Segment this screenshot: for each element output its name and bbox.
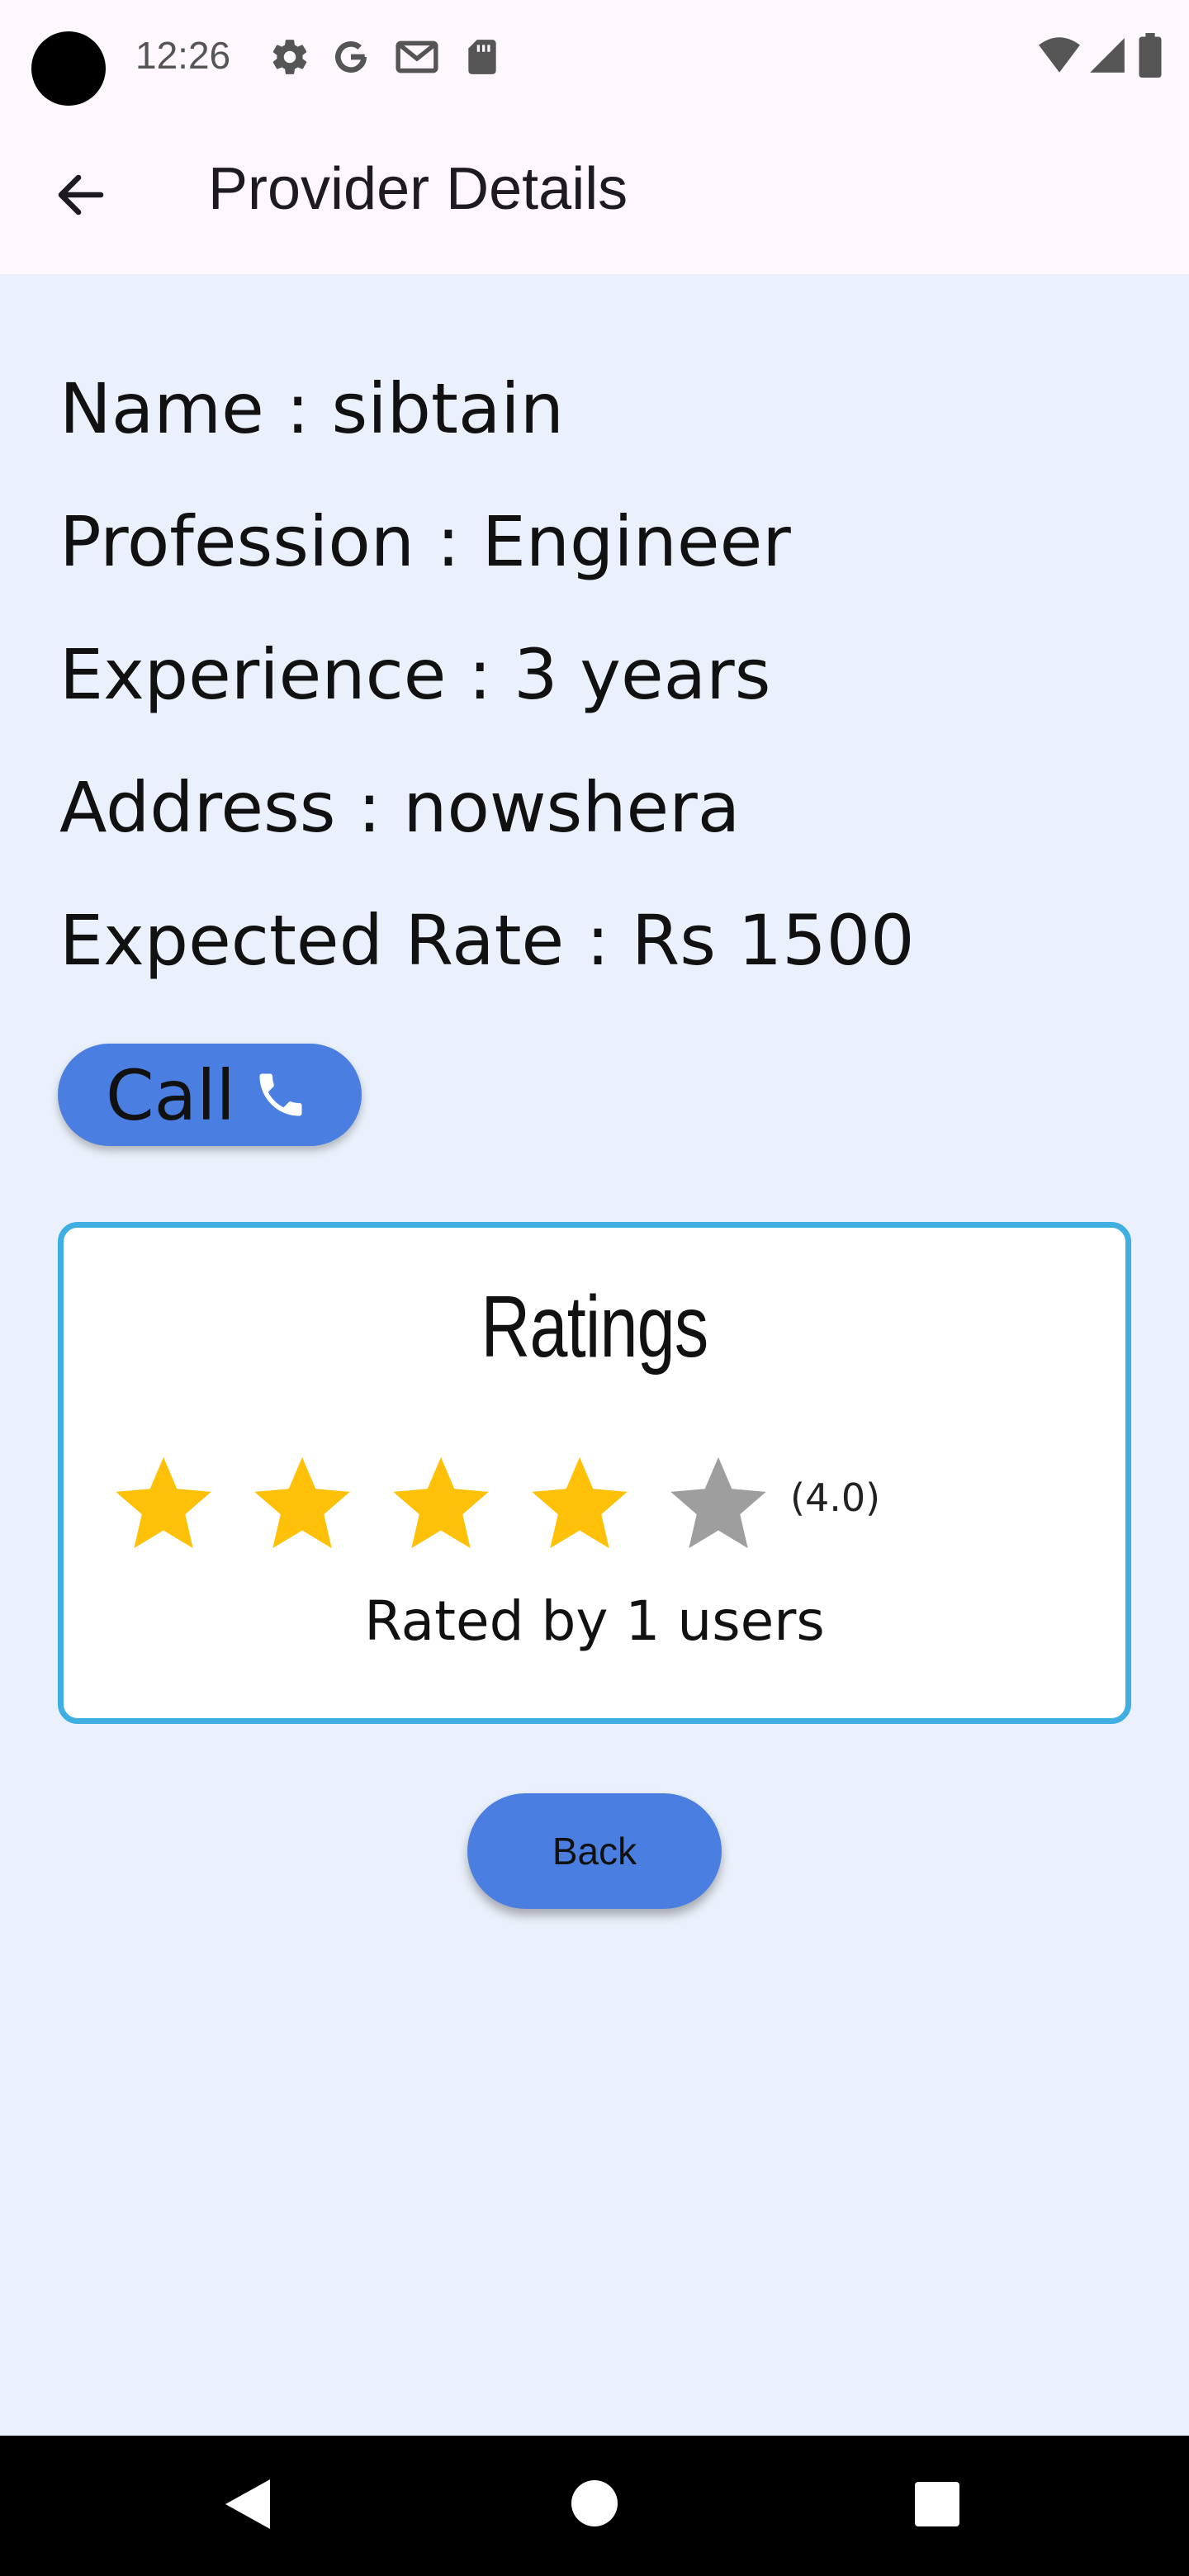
star-icon bbox=[116, 1456, 211, 1549]
nav-recents-icon[interactable] bbox=[915, 2482, 959, 2526]
page-title: Provider Details bbox=[208, 156, 628, 222]
google-icon bbox=[335, 41, 367, 73]
status-bar: 12:26 bbox=[0, 0, 1189, 116]
nav-home-icon[interactable] bbox=[571, 2480, 618, 2526]
rating-value: (4.0) bbox=[790, 1475, 881, 1520]
star-icon bbox=[670, 1456, 766, 1549]
nav-back-icon[interactable] bbox=[223, 2477, 272, 2531]
app-bar: Provider Details bbox=[0, 116, 1189, 274]
provider-address: Address : nowshera bbox=[59, 767, 741, 848]
wifi-icon bbox=[1039, 37, 1080, 73]
phone-icon bbox=[259, 1073, 302, 1116]
sd-card-icon bbox=[468, 40, 496, 74]
back-button[interactable]: Back bbox=[467, 1793, 722, 1909]
call-button-label: Call bbox=[106, 1055, 235, 1136]
status-time: 12:26 bbox=[135, 34, 231, 77]
navigation-bar bbox=[0, 2436, 1189, 2576]
settings-icon bbox=[272, 40, 307, 74]
star-icon bbox=[254, 1456, 350, 1549]
arrow-left-icon[interactable] bbox=[51, 165, 111, 225]
cellular-signal-icon bbox=[1090, 38, 1125, 73]
provider-name: Name : sibtain bbox=[59, 368, 564, 449]
star-icon bbox=[393, 1456, 489, 1549]
call-button[interactable]: Call bbox=[58, 1044, 362, 1146]
provider-expected-rate: Expected Rate : Rs 1500 bbox=[59, 900, 915, 981]
provider-profession: Profession : Engineer bbox=[59, 501, 791, 582]
camera-cutout bbox=[31, 31, 106, 106]
battery-icon bbox=[1139, 33, 1162, 78]
star-icon bbox=[532, 1456, 628, 1549]
provider-experience: Experience : 3 years bbox=[59, 634, 771, 715]
ratings-title: Ratings bbox=[481, 1278, 709, 1376]
ratings-card: Ratings (4.0) Rated by 1 users bbox=[58, 1222, 1131, 1724]
rated-by-count: Rated by 1 users bbox=[364, 1589, 825, 1653]
gmail-icon bbox=[396, 40, 438, 73]
